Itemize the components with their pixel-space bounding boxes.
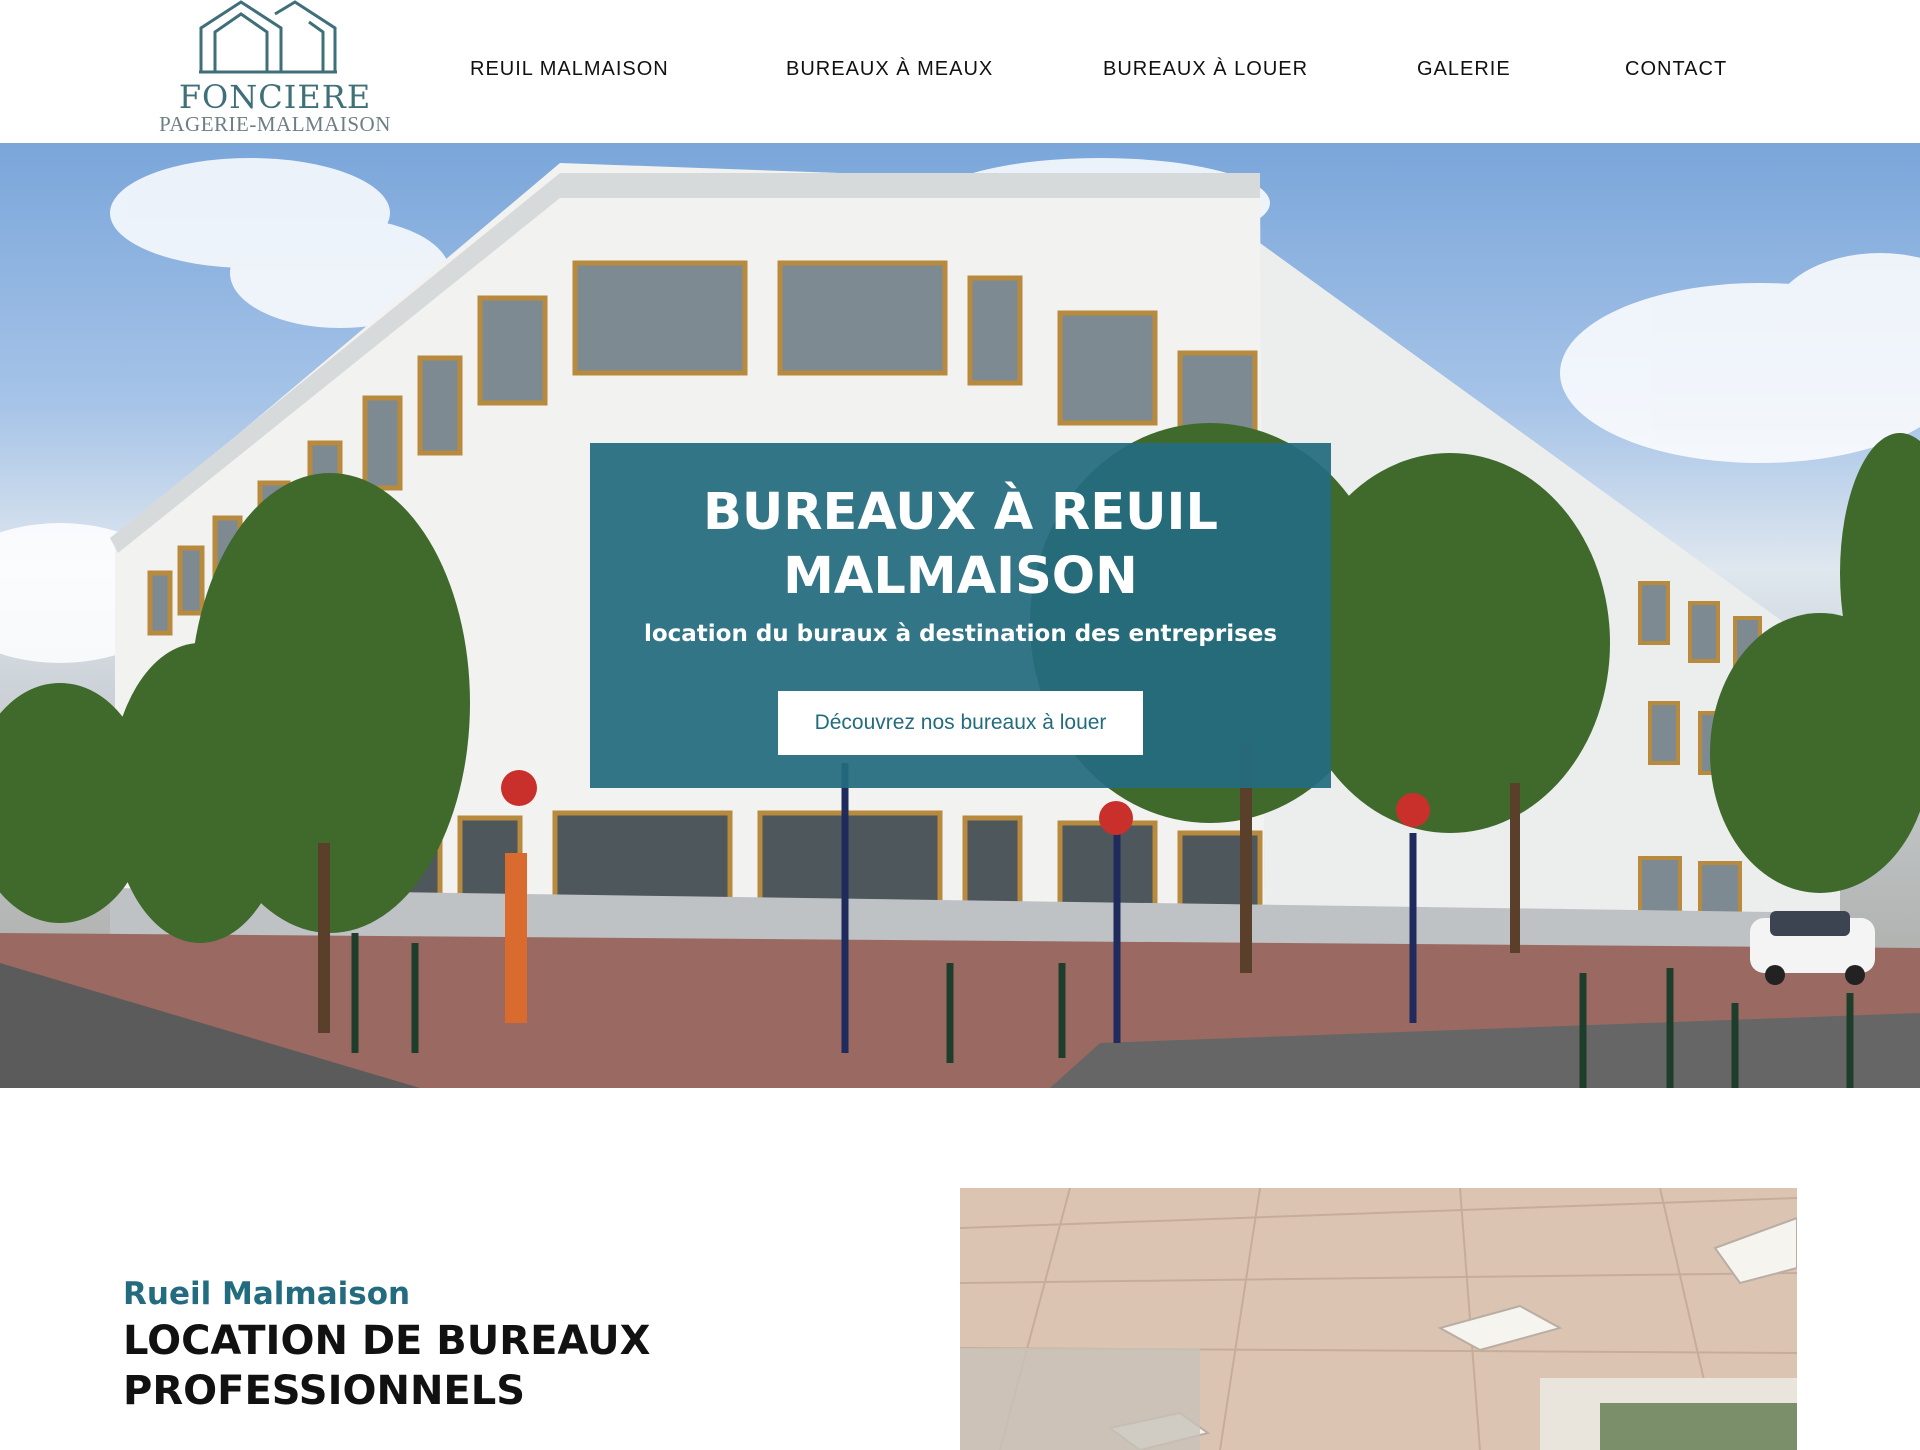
nav-item-bureaux-a-louer[interactable]: BUREAUX À LOUER (1103, 58, 1308, 81)
hero-overlay-box: BUREAUX À REUIL MALMAISON location du bu… (590, 443, 1331, 788)
office-interior-photo (960, 1188, 1797, 1450)
discover-offices-button[interactable]: Découvrez nos bureaux à louer (778, 691, 1143, 755)
nav-item-bureaux-a-meaux[interactable]: BUREAUX À MEAUX (786, 58, 993, 81)
main-nav: REUIL MALMAISON BUREAUX À MEAUX BUREAUX … (0, 0, 1920, 143)
section-title-line2: PROFESSIONNELS (123, 1368, 526, 1414)
nav-item-reuil-malmaison[interactable]: REUIL MALMAISON (470, 58, 669, 81)
hero-title: BUREAUX À REUIL MALMAISON (590, 481, 1331, 609)
section-kicker: Rueil Malmaison (123, 1276, 411, 1312)
section-title-line1: LOCATION DE BUREAUX (123, 1318, 651, 1364)
hero-title-line2: MALMAISON (783, 547, 1138, 606)
intro-section: Rueil Malmaison LOCATION DE BUREAUX PROF… (0, 1088, 1920, 1450)
site-header: FONCIERE PAGERIE-MALMAISON REUIL MALMAIS… (0, 0, 1920, 143)
section-title: LOCATION DE BUREAUX PROFESSIONNELS (123, 1316, 743, 1416)
office-interior-illustration (960, 1188, 1797, 1450)
hero-subtitle: location du buraux à destination des ent… (643, 621, 1278, 647)
nav-item-contact[interactable]: CONTACT (1625, 58, 1727, 81)
hero-title-line1: BUREAUX À REUIL (702, 483, 1218, 542)
hero-banner: BUREAUX À REUIL MALMAISON location du bu… (0, 143, 1920, 1088)
nav-item-galerie[interactable]: GALERIE (1417, 58, 1511, 81)
